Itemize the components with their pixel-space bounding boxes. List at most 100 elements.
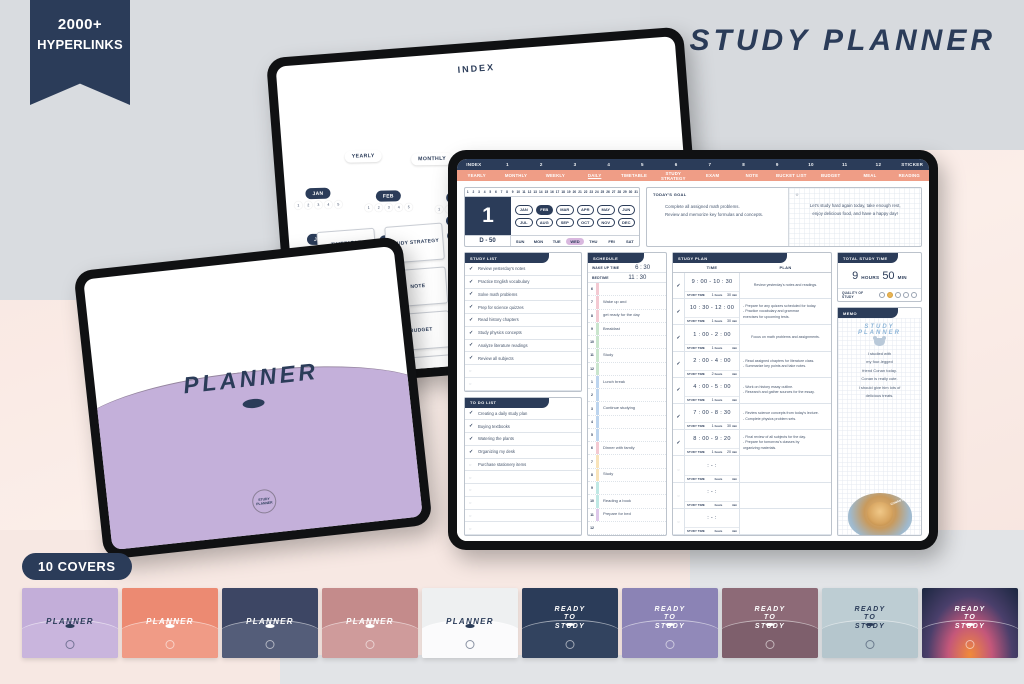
- list-item[interactable]: ○: [465, 365, 581, 378]
- daily-note-panel[interactable]: ☆ Let's study hard again today, take eno…: [789, 188, 921, 246]
- list-item[interactable]: ✓ Read history chapters: [465, 314, 581, 327]
- bedtime-row[interactable]: BEDTIME 11 : 30: [588, 273, 666, 283]
- quality-face-icon[interactable]: [903, 292, 909, 298]
- unchecked-icon[interactable]: ○: [673, 456, 684, 481]
- index-week-dot[interactable]: 1: [435, 205, 444, 214]
- checked-icon[interactable]: ✓: [469, 355, 474, 361]
- month-pill-nov[interactable]: NOV: [597, 217, 615, 227]
- schedule-row[interactable]: 8 get ready for the day: [588, 309, 666, 323]
- index-month-jan[interactable]: JAN: [305, 187, 331, 200]
- month-pill-dec[interactable]: DEC: [617, 217, 635, 227]
- checked-icon[interactable]: ✓: [469, 291, 474, 297]
- study-plan-description[interactable]: - Final review of all subjects for the d…: [740, 430, 831, 455]
- cover-thumbnail[interactable]: PLANNER: [22, 588, 118, 658]
- checked-icon[interactable]: ✓: [469, 330, 474, 336]
- unchecked-icon[interactable]: ○: [469, 381, 474, 386]
- weekday-wed[interactable]: WED: [565, 237, 585, 245]
- study-plan-row[interactable]: ✓ 8 : 00 - 9 : 20 STUDY TIME 1 hours 20 min - F…: [673, 430, 831, 457]
- nav-bottom-item-timetable[interactable]: TIMETABLE: [614, 170, 653, 181]
- nav-bottom-item-note[interactable]: NOTE: [732, 170, 771, 181]
- index-week-dot[interactable]: 4: [394, 203, 403, 212]
- index-week-dot[interactable]: 5: [404, 203, 413, 212]
- nav-bottom-item-study-strategy[interactable]: STUDY STRATEGY: [654, 170, 693, 181]
- study-plan-description[interactable]: Review yesterday's notes and readings.: [740, 273, 831, 298]
- study-plan-row[interactable]: ✓ 7 : 00 - 8 : 30 STUDY TIME 1 hours 30 min - R…: [673, 404, 831, 431]
- list-item[interactable]: ✓ Creating a daily study plan: [465, 408, 581, 421]
- month-pill-aug[interactable]: AUG: [535, 217, 553, 227]
- cover-thumbnail[interactable]: READY TO STUDY: [922, 588, 1018, 658]
- list-item[interactable]: ✓ Watering the plants: [465, 433, 581, 446]
- list-item[interactable]: ✓ Review all subjects: [465, 352, 581, 365]
- study-plan-rows[interactable]: ✓ 9 : 00 - 10 : 30 STUDY TIME 1 hours 30 min Re…: [673, 273, 831, 536]
- study-plan-time[interactable]: 9 : 00 - 10 : 30 STUDY TIME 1 hours 30 min: [684, 273, 740, 299]
- unchecked-icon[interactable]: ○: [469, 513, 474, 518]
- month-row-1[interactable]: JAN FEB MAR APR MAY JUN: [515, 205, 635, 215]
- index-month-feb[interactable]: FEB: [375, 190, 401, 202]
- nav-top-item[interactable]: 2: [524, 159, 558, 170]
- quality-face-icons[interactable]: [879, 292, 917, 298]
- study-plan-time[interactable]: : - : STUDY TIME hours min: [684, 508, 740, 535]
- schedule-row[interactable]: 7 Wake up and: [588, 296, 666, 310]
- todays-goal-panel[interactable]: TODAY'S GOAL Complete all assigned math …: [647, 188, 790, 246]
- study-plan-panel[interactable]: STUDY PLAN TIME PLAN ✓ 9 : 00 - 10 : 30 ST…: [672, 252, 832, 536]
- index-week-dot[interactable]: 5: [334, 200, 343, 209]
- study-plan-description[interactable]: [740, 456, 831, 481]
- schedule-row[interactable]: 11 Study: [588, 349, 666, 363]
- schedule-row[interactable]: 2: [588, 389, 666, 403]
- unchecked-icon[interactable]: ○: [673, 509, 684, 534]
- schedule-rows[interactable]: 6 7 Wake up and 8 get ready for the day 9 Brea…: [588, 283, 666, 536]
- unchecked-icon[interactable]: ○: [469, 462, 474, 467]
- list-item[interactable]: ✓ Prep for science quizzes: [465, 301, 581, 314]
- month-pill-jul[interactable]: JUL: [515, 217, 533, 227]
- study-plan-time[interactable]: 2 : 00 - 4 : 00 STUDY TIME 2 hours min: [684, 351, 740, 377]
- index-week-dot[interactable]: 2: [374, 203, 383, 212]
- nav-bottom-item-daily[interactable]: DAILY: [575, 170, 614, 181]
- month-selector[interactable]: JAN FEB MAR APR MAY JUN JUL AUG SEP OCT NOV DEC: [511, 197, 639, 235]
- study-plan-time[interactable]: 10 : 30 - 12 : 00 STUDY TIME 1 hours 30 min: [684, 299, 740, 325]
- day-number[interactable]: 31: [633, 188, 639, 196]
- nav-top-item[interactable]: 3: [558, 159, 592, 170]
- cover-thumbnail[interactable]: PLANNER: [122, 588, 218, 658]
- month-pill-sep[interactable]: SEP: [556, 217, 574, 227]
- list-item[interactable]: ○: [465, 510, 581, 523]
- schedule-row[interactable]: 12: [588, 521, 666, 536]
- checked-icon[interactable]: ✓: [673, 430, 684, 455]
- todo-list-rows[interactable]: ✓ Creating a daily study plan ✓ Buying text…: [465, 408, 581, 535]
- study-plan-time[interactable]: 7 : 00 - 8 : 30 STUDY TIME 1 hours 30 min: [684, 404, 740, 430]
- nav-top-item[interactable]: 1: [491, 159, 525, 170]
- weekday-tue[interactable]: TUE: [548, 239, 566, 244]
- weekday-sat[interactable]: SAT: [621, 239, 639, 244]
- list-item[interactable]: ○: [465, 378, 581, 391]
- index-week-dot[interactable]: 1: [294, 201, 303, 210]
- index-week-dot[interactable]: 2: [304, 201, 313, 210]
- weekday-fri[interactable]: FRI: [602, 239, 620, 244]
- unchecked-icon[interactable]: ○: [469, 487, 474, 492]
- cover-thumbnail[interactable]: READY TO STUDY: [522, 588, 618, 658]
- study-plan-row[interactable]: ○: - : STUDY TIME hours min: [673, 508, 831, 536]
- list-item[interactable]: ✓ Buying textbooks: [465, 420, 581, 433]
- checked-icon[interactable]: ✓: [469, 266, 474, 272]
- nav-bottom-row[interactable]: YEARLY MONTHLY WEEKLY DAILY TIMETABLE STUDY S…: [457, 170, 929, 181]
- checked-icon[interactable]: ✓: [469, 410, 474, 416]
- nav-bottom-item-weekly[interactable]: WEEKLY: [536, 170, 575, 181]
- nav-top-item[interactable]: 10: [794, 159, 828, 170]
- memo-body[interactable]: STUDY PLANNER I studied with my four-legg…: [838, 318, 921, 535]
- study-plan-description[interactable]: - Work on history essay outline. - Resear…: [740, 378, 831, 403]
- schedule-row[interactable]: 9: [588, 481, 666, 496]
- quality-face-icon[interactable]: [895, 292, 901, 298]
- weekday-thu[interactable]: THU: [584, 239, 602, 244]
- nav-top-item[interactable]: 12: [862, 159, 896, 170]
- list-item[interactable]: ✓ Analyze literature readings: [465, 340, 581, 353]
- nav-top-item[interactable]: 5: [626, 159, 660, 170]
- quality-of-study-row[interactable]: QUALITY OF STUDY: [838, 288, 921, 301]
- study-plan-time[interactable]: 1 : 00 - 2 : 00 STUDY TIME 1 hours min: [684, 325, 740, 351]
- month-pill-feb[interactable]: FEB: [535, 205, 553, 215]
- study-plan-time[interactable]: 8 : 00 - 9 : 20 STUDY TIME 1 hours 20 min: [684, 430, 740, 456]
- checked-icon[interactable]: ✓: [673, 273, 684, 298]
- weekday-sun[interactable]: SUN: [511, 239, 529, 244]
- nav-bottom-item-yearly[interactable]: YEARLY: [457, 170, 496, 181]
- weekday-mon[interactable]: MON: [529, 239, 547, 244]
- cover-thumbnail[interactable]: READY TO STUDY: [722, 588, 818, 658]
- checked-icon[interactable]: ✓: [673, 325, 684, 350]
- month-pill-may[interactable]: MAY: [597, 205, 615, 215]
